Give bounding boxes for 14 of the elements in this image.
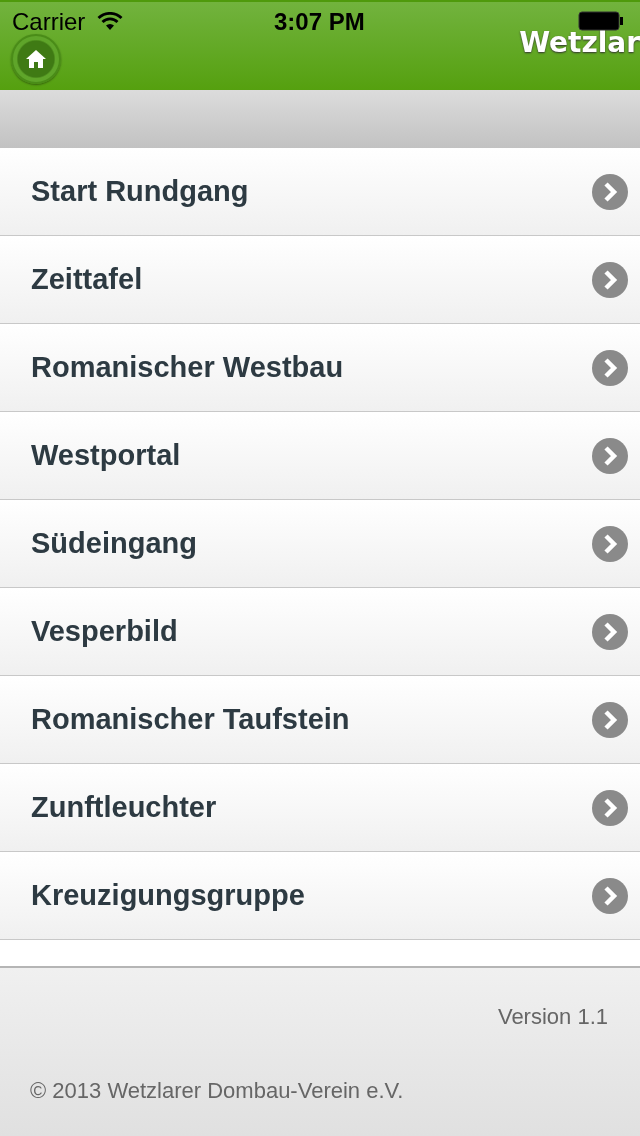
header-title: Wetzlar — [519, 25, 640, 59]
menu-item[interactable]: Vesperbild — [0, 588, 640, 676]
menu-item[interactable]: Romanischer Taufstein — [0, 676, 640, 764]
version-label: Version 1.1 — [497, 1004, 608, 1030]
status-time: 3:07 PM — [274, 8, 365, 36]
menu-item[interactable]: Zunftleuchter — [0, 764, 640, 852]
menu-item[interactable]: Zeittafel — [0, 236, 640, 324]
copyright-text: © 2013 Wetzlarer Dombau-Verein e.V. — [30, 1078, 405, 1104]
menu-item[interactable]: Südeingang — [0, 500, 640, 588]
menu-item[interactable]: Kreuzigungsgruppe — [0, 852, 640, 940]
menu-item[interactable]: Romanischer Westbau — [0, 324, 640, 412]
menu-item[interactable]: Start Rundgang — [0, 148, 640, 236]
carrier-label: Carrier — [12, 8, 86, 36]
menu-item[interactable]: Westportal — [0, 412, 640, 500]
